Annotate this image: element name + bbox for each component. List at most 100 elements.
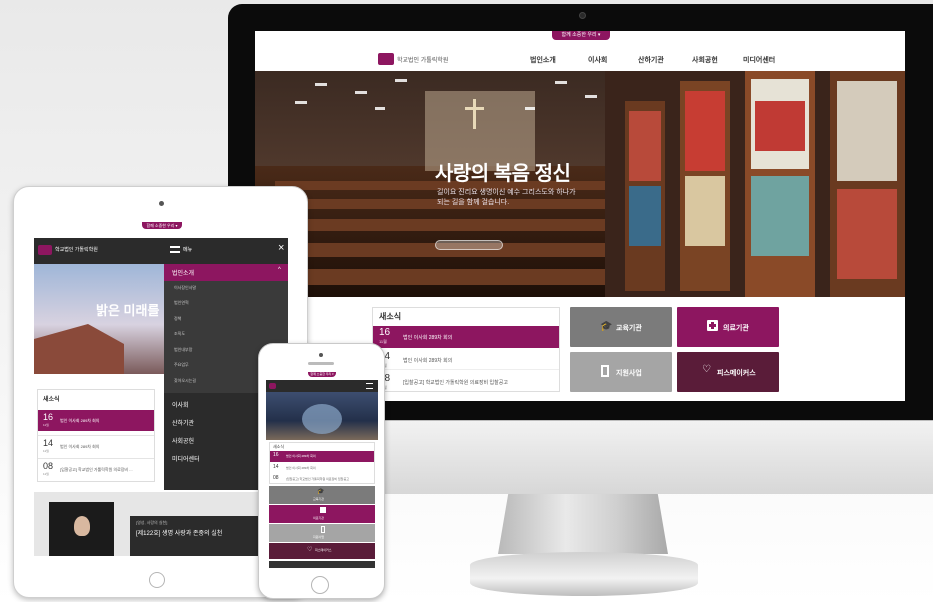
- news-text: [입찰공고] 학교법인 가톨릭학원 의료장비 입찰공고: [286, 477, 349, 481]
- tile-peacemakers[interactable]: ♡ 피스메이커스: [677, 352, 779, 392]
- tablet-video-section: [영성, 사랑의 실천] [제122호] 생명 사랑과 존중의 실천: [34, 492, 288, 556]
- menu-sub-item[interactable]: 법인연혁: [174, 300, 189, 306]
- news-text: 법인 이사회 289차 회의: [403, 335, 453, 341]
- menu-sub-item[interactable]: 찾아오시는길: [174, 378, 196, 384]
- menu-sub-item[interactable]: 주요업무: [174, 362, 189, 368]
- menu-item-social[interactable]: 사회공헌: [172, 436, 194, 445]
- menu-section-about[interactable]: 법인소개 ^: [164, 264, 288, 281]
- phone-news-item-2[interactable]: 14 법인 이사회 289차 회의: [270, 463, 374, 473]
- tablet-top-badge[interactable]: 함께 소중한 우리 ▾: [142, 222, 182, 229]
- menu-title: 메뉴: [183, 247, 193, 253]
- tablet-news-item-2[interactable]: 14 11월 법인 이사회 289차 회의: [38, 435, 154, 456]
- tablet-home-button[interactable]: [149, 572, 165, 588]
- phone-speaker: [308, 362, 334, 365]
- news-month: 11월: [43, 472, 49, 476]
- tile-label: 의료기관: [723, 325, 749, 332]
- news-item-3[interactable]: 08 11월 [입찰공고] 학교법인 가톨릭학원 의료장비 입찰공고: [373, 371, 559, 392]
- tablet-logo-icon[interactable]: [38, 245, 52, 255]
- menu-sub-item[interactable]: 정책: [174, 316, 181, 322]
- tile-medical[interactable]: 의료기관: [677, 307, 779, 347]
- news-item-1[interactable]: 16 11월 법인 이사회 289차 회의: [373, 326, 559, 348]
- tile-label: 교육기관: [313, 497, 325, 501]
- news-text: 법인 이사회 289차 회의: [60, 444, 100, 449]
- tablet-screen: 함께 소중한 우리 ▾ 학교법인 가톨릭학원 밝은 미래를 메뉴 × 법인소개 …: [34, 222, 288, 556]
- news-month: 11월: [43, 423, 49, 427]
- phone-hero: [266, 392, 378, 440]
- tile-label: 교육기관: [616, 325, 642, 332]
- phone-news-item-3[interactable]: 08 [입찰공고] 학교법인 가톨릭학원 의료장비 입찰공고: [270, 474, 374, 484]
- phone-hamburger-icon[interactable]: [366, 383, 373, 389]
- nav-media[interactable]: 미디어센터: [743, 55, 775, 65]
- news-text: 법인 이사회 289차 회의: [286, 454, 316, 458]
- tablet-logo-text[interactable]: 학교법인 가톨릭학원: [55, 246, 98, 253]
- phone-hero-image: [302, 404, 342, 434]
- phone-home-button[interactable]: [311, 576, 329, 594]
- news-day: 14: [43, 438, 54, 448]
- tile-education[interactable]: 🎓 교육기관: [570, 307, 672, 347]
- news-title: 새소식: [379, 312, 402, 321]
- phone-tile-peacemakers[interactable]: ♡ 피스메이커스: [269, 543, 375, 559]
- nav-institutions[interactable]: 산하기관: [638, 55, 664, 65]
- building-icon: [601, 365, 609, 377]
- news-day: 16: [379, 327, 391, 338]
- nav-board[interactable]: 이사회: [588, 55, 607, 65]
- tablet-hero-title: 밝은 미래를: [96, 303, 160, 318]
- desktop-monitor-base: [470, 552, 698, 596]
- phone-camera-icon: [319, 353, 323, 357]
- top-badge[interactable]: 함께 소중한 우리 ▾: [552, 31, 610, 40]
- news-text: 법인 이사회 289차 회의: [60, 418, 100, 423]
- news-item-2[interactable]: 14 11월 법인 이사회 289차 회의: [373, 349, 559, 370]
- heart-hands-icon: ♡: [307, 546, 313, 553]
- tablet-news-item-1[interactable]: 16 11월 법인 이사회 289차 회의: [38, 410, 154, 431]
- hero-banner: 사랑의 복음 정신 길이요 진리요 생명이신 예수 그리스도와 하나가 되는 길…: [255, 71, 905, 297]
- chevron-up-icon: ^: [278, 267, 281, 273]
- phone-news-panel: 새소식 16 법인 이사회 289차 회의 14 법인 이사회 289차 회의 …: [269, 442, 375, 484]
- phone-tile-medical[interactable]: 의료기관: [269, 505, 375, 523]
- phone-top-badge[interactable]: 함께 소중한 우리 ▾: [308, 372, 336, 377]
- camera-icon: [579, 12, 586, 19]
- menu-item-institutions[interactable]: 산하기관: [172, 418, 194, 427]
- menu-item-board[interactable]: 이사회: [172, 400, 189, 409]
- nav-social[interactable]: 사회공헌: [692, 55, 718, 65]
- logo-icon[interactable]: [378, 53, 394, 65]
- tile-support[interactable]: 지원사업: [570, 352, 672, 392]
- tile-label: 의료기관: [313, 516, 325, 520]
- hero-subtitle-line1: 길이요 진리요 생명이신 예수 그리스도와 하나가: [437, 189, 576, 196]
- news-text: [입찰공고] 학교법인 가톨릭학원 의료장비 ...: [60, 467, 133, 472]
- graduation-cap-icon: 🎓: [317, 488, 325, 495]
- menu-sub-item[interactable]: 법인내부망: [174, 347, 192, 353]
- menu-sub-item[interactable]: 이사장인사말: [174, 285, 196, 291]
- tile-label: 피스메이커스: [717, 370, 756, 377]
- slide-pager[interactable]: [435, 240, 503, 250]
- tile-label: 피스메이커스: [315, 548, 332, 552]
- video-thumbnail[interactable]: [49, 502, 114, 556]
- phone-logo-icon[interactable]: [269, 383, 276, 389]
- speaker-image: [74, 516, 90, 536]
- close-icon[interactable]: ×: [278, 242, 284, 254]
- menu-item-media[interactable]: 미디어센터: [172, 454, 200, 463]
- site-logo-text[interactable]: 학교법인 가톨릭학원: [397, 55, 448, 64]
- news-day: 08: [43, 461, 54, 471]
- hamburger-icon[interactable]: [170, 246, 180, 253]
- campus-building-image: [34, 324, 124, 374]
- news-month: 11월: [43, 449, 49, 453]
- phone-video-strip[interactable]: [269, 561, 375, 568]
- news-month: 11월: [379, 339, 387, 344]
- phone-screen: 함께 소중한 우리 ▾ 새소식 16 법인 이사회 289차 회의 14 법인 …: [266, 372, 378, 568]
- tablet-hero: 밝은 미래를: [34, 264, 164, 374]
- nav-about[interactable]: 법인소개: [530, 55, 556, 65]
- phone-news-item-1[interactable]: 16 법인 이사회 289차 회의: [270, 451, 374, 462]
- desktop-monitor-stand: [498, 494, 668, 554]
- menu-section-label: 법인소개: [172, 271, 195, 277]
- tablet-camera-icon: [159, 201, 164, 206]
- menu-sub-item[interactable]: 조직도: [174, 331, 185, 337]
- news-text: [입찰공고] 학교법인 가톨릭학원 의료장비 입찰공고: [403, 380, 508, 386]
- phone-header: [266, 380, 378, 392]
- medical-cross-icon: [320, 507, 326, 513]
- phone-tile-education[interactable]: 🎓 교육기관: [269, 486, 375, 504]
- phone-tile-support[interactable]: 지원사업: [269, 524, 375, 542]
- tablet-news-item-3[interactable]: 08 11월 [입찰공고] 학교법인 가톨릭학원 의료장비 ...: [38, 458, 154, 479]
- video-tag: [영성, 사랑의 실천]: [136, 520, 168, 525]
- video-title: [제122호] 생명 사랑과 존중의 실천: [136, 531, 223, 537]
- hero-title: 사랑의 복음 정신: [435, 163, 571, 185]
